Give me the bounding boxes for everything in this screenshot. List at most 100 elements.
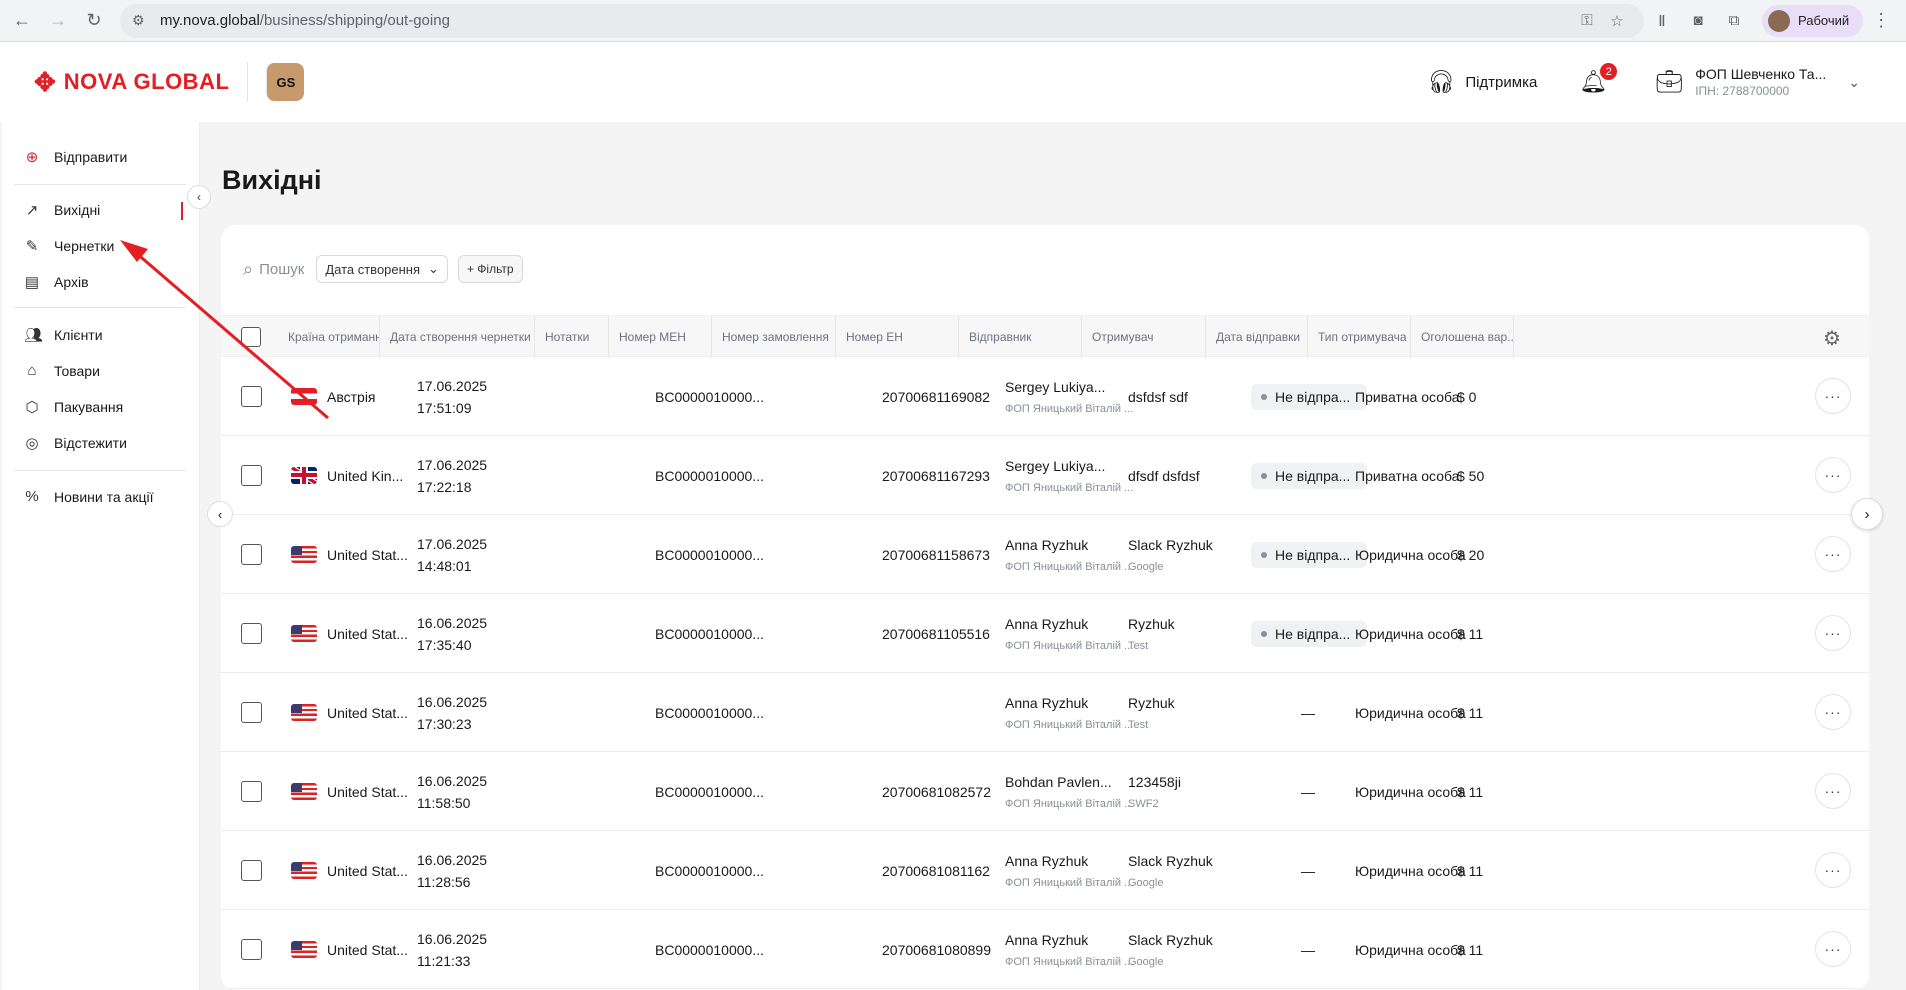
sidebar-item-archive[interactable]: ▤ Архів: [24, 273, 89, 291]
profile-chip[interactable]: Рабочий: [1762, 4, 1864, 37]
column-header[interactable]: Дата створення чернетки: [380, 316, 535, 358]
sender-cell: Anna Ryzhuk ФОП Яницький Віталій ...: [1005, 594, 1133, 673]
gs-badge[interactable]: GS: [266, 63, 305, 101]
support-link[interactable]: 🎧︎ Підтримка: [1427, 69, 1537, 95]
search-field[interactable]: ⌕ Пошук: [243, 259, 304, 280]
table-header: Країна отримання Дата створення чернетки…: [221, 315, 1869, 358]
row-more-button[interactable]: ···: [1815, 852, 1851, 888]
more-horizontal-icon: ···: [1824, 862, 1842, 878]
row-more-button[interactable]: ···: [1815, 773, 1851, 809]
table-row[interactable]: Австрія 17.06.2025 17:51:09 BC0000010000...…: [221, 357, 1869, 436]
search-icon: ⌕: [243, 258, 254, 279]
column-header[interactable]: Відправник: [959, 316, 1082, 358]
row-checkbox[interactable]: [241, 781, 262, 802]
bookmark-star-icon[interactable]: ☆: [1602, 12, 1632, 30]
recipient-type-cell: Юридична особа: [1355, 515, 1466, 594]
empty-dash: —: [1301, 862, 1315, 879]
notifications-button[interactable]: 🔔︎ 2: [1579, 63, 1618, 95]
scroll-right-button[interactable]: ›: [1851, 498, 1883, 530]
row-more-button[interactable]: ···: [1815, 694, 1851, 730]
row-more-button[interactable]: ···: [1815, 378, 1851, 414]
row-checkbox[interactable]: [241, 465, 262, 486]
recipient-company: Test: [1128, 718, 1149, 731]
row-checkbox[interactable]: [241, 386, 262, 407]
table-row[interactable]: United Stat... 16.06.2025 17:35:40 BC000001…: [221, 594, 1869, 673]
column-header[interactable]: Номер ЕН: [836, 316, 959, 358]
archive-icon: ▤: [24, 274, 40, 291]
browser-menu-icon[interactable]: ⋮: [1863, 10, 1899, 31]
table-row[interactable]: United Kin... 17.06.2025 17:22:18 BC0000010…: [221, 436, 1869, 515]
sidebar-item-news[interactable]: % Новини та акції: [24, 488, 153, 505]
created-date-cell: 17.06.2025 14:48:01: [417, 515, 487, 594]
site-settings-icon[interactable]: ⚙: [132, 12, 152, 29]
recipient-name: Ryzhuk: [1128, 694, 1175, 711]
sidebar-item-label: Відстежити: [54, 435, 127, 451]
select-all-checkbox[interactable]: [241, 327, 261, 347]
row-checkbox[interactable]: [241, 860, 262, 881]
sidebar-item-clients[interactable]: 👥︎ Клієнти: [24, 326, 103, 344]
sidebar-item-drafts[interactable]: ✎ Чернетки: [24, 237, 115, 255]
add-filter-button[interactable]: + Фільтр: [457, 255, 523, 283]
ship-date-cell: —: [1251, 910, 1315, 989]
column-header[interactable]: Тип отримувача: [1308, 316, 1411, 358]
account-switcher[interactable]: 💼︎ ФОП Шевченко Та... ІПН: 2788700000 ⌄: [1655, 66, 1860, 98]
row-more-button[interactable]: ···: [1815, 615, 1851, 651]
date-filter-select[interactable]: Дата створення ⌄: [316, 255, 448, 283]
en-number-cell: 20700681169082: [882, 357, 990, 436]
ship-date-cell: —: [1251, 752, 1315, 831]
status-badge: Не відпра...: [1251, 462, 1367, 489]
ship-date-cell: Не відпра...: [1251, 357, 1367, 436]
table-settings-gear-icon[interactable]: ⚙: [1823, 326, 1841, 351]
column-header[interactable]: Отримувач: [1082, 316, 1206, 358]
flag-gb-icon: [291, 467, 317, 484]
sidebar-item-goods[interactable]: ⌂ Товари: [24, 362, 99, 379]
sidebar-item-outgoing[interactable]: ↗ Вихідні: [24, 201, 101, 219]
sidebar-item-track[interactable]: ◎ Відстежити: [24, 434, 127, 452]
column-header[interactable]: Нотатки: [535, 316, 609, 358]
column-header[interactable]: Номер МЕН: [609, 316, 712, 358]
column-header[interactable]: Номер замовлення: [712, 316, 836, 358]
address-bar[interactable]: ⚙ my.nova.global/business/shipping/out-g…: [120, 3, 1644, 38]
forward-icon[interactable]: →: [40, 3, 76, 39]
camera-extension-icon[interactable]: ◙: [1680, 12, 1716, 29]
table-row[interactable]: United Stat... 16.06.2025 17:30:23 BC000001…: [221, 673, 1869, 752]
translate-extension-icon[interactable]: Ⅱ: [1644, 12, 1680, 30]
ship-date-cell: Не відпра...: [1251, 436, 1367, 515]
sender-company: ФОП Яницький Віталій ...: [1005, 876, 1134, 889]
column-header[interactable]: Країна отримання: [278, 316, 380, 358]
sidebar-item-send[interactable]: ⊕ Відправити: [24, 148, 128, 166]
table-row[interactable]: United Stat... 17.06.2025 14:48:01 BC000001…: [221, 515, 1869, 594]
reload-icon[interactable]: ↻: [76, 3, 112, 39]
sidebar-collapse-button[interactable]: ‹: [187, 185, 211, 209]
nova-global-logo[interactable]: ✥ NOVA GLOBAL: [34, 67, 229, 98]
men-number-cell: BC0000010000...: [655, 673, 764, 752]
column-header[interactable]: Дата відправки: [1206, 316, 1308, 358]
created-date: 17.06.2025: [417, 535, 488, 552]
row-checkbox[interactable]: [241, 623, 262, 644]
recipient-name: dfsdf dsfdsf: [1128, 467, 1200, 484]
table-row[interactable]: United Stat... 16.06.2025 11:58:50 BC000001…: [221, 752, 1869, 831]
password-key-icon[interactable]: ⚿: [1572, 12, 1602, 29]
table-row[interactable]: United Stat... 16.06.2025 11:28:56 BC000001…: [221, 831, 1869, 910]
en-number-cell: 20700681080899: [882, 910, 991, 989]
sidebar-item-packaging[interactable]: ⬡ Пакування: [24, 398, 123, 416]
table-row[interactable]: United Stat... 16.06.2025 11:21:33 BC000001…: [221, 910, 1869, 989]
sender-company: ФОП Яницький Віталій ...: [1005, 718, 1134, 731]
extensions-puzzle-icon[interactable]: ⧉: [1716, 12, 1752, 29]
users-icon: 👥︎: [24, 327, 44, 344]
row-checkbox[interactable]: [241, 702, 262, 723]
row-more-button[interactable]: ···: [1815, 457, 1851, 493]
created-time: 11:28:56: [417, 873, 471, 890]
column-header[interactable]: Оголошена вар...: [1411, 316, 1514, 358]
row-more-button[interactable]: ···: [1815, 931, 1851, 967]
recipient-name: Slack Ryzhuk: [1128, 536, 1213, 553]
declared-value: $ 11: [1457, 704, 1484, 721]
back-icon[interactable]: ←: [4, 3, 40, 39]
row-more-button[interactable]: ···: [1815, 536, 1851, 572]
row-checkbox[interactable]: [241, 939, 262, 960]
sender-company: ФОП Яницький Віталій ...: [1005, 797, 1134, 810]
sidebar-divider: [14, 470, 186, 471]
scroll-left-button[interactable]: ‹: [207, 501, 233, 527]
row-checkbox[interactable]: [241, 544, 262, 565]
recipient-cell: dsfdsf sdf: [1128, 357, 1188, 436]
